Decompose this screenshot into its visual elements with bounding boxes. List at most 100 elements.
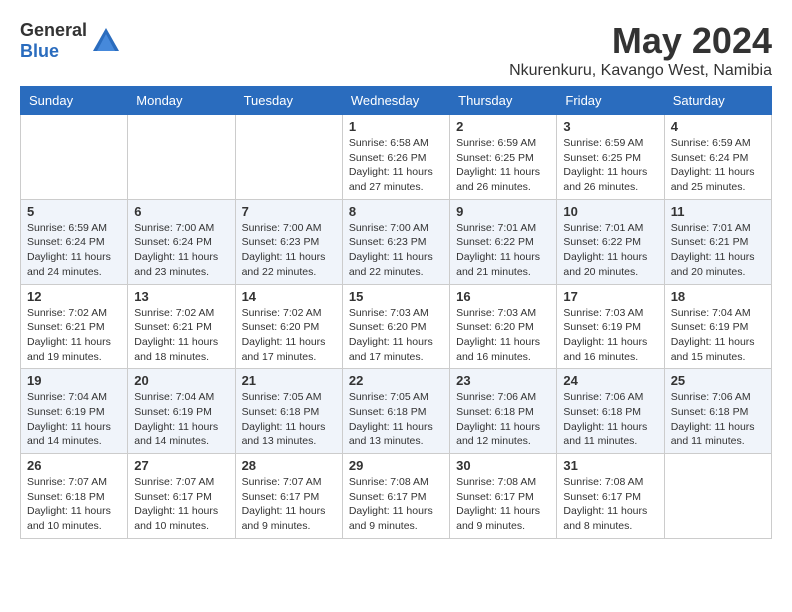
day-info: Sunrise: 7:04 AM Sunset: 6:19 PM Dayligh… xyxy=(27,390,121,449)
calendar-week-row: 26 Sunrise: 7:07 AM Sunset: 6:18 PM Dayli… xyxy=(21,454,772,539)
calendar-cell: 8 Sunrise: 7:00 AM Sunset: 6:23 PM Daylig… xyxy=(342,199,449,284)
calendar-cell: 25 Sunrise: 7:06 AM Sunset: 6:18 PM Dayli… xyxy=(664,369,771,454)
calendar-cell: 17 Sunrise: 7:03 AM Sunset: 6:19 PM Dayli… xyxy=(557,284,664,369)
day-info: Sunrise: 7:00 AM Sunset: 6:24 PM Dayligh… xyxy=(134,221,228,280)
calendar-cell xyxy=(128,115,235,200)
calendar-cell: 7 Sunrise: 7:00 AM Sunset: 6:23 PM Daylig… xyxy=(235,199,342,284)
weekday-header: Saturday xyxy=(664,87,771,115)
day-number: 7 xyxy=(242,204,336,219)
day-number: 2 xyxy=(456,119,550,134)
day-info: Sunrise: 7:02 AM Sunset: 6:21 PM Dayligh… xyxy=(27,306,121,365)
calendar-cell: 29 Sunrise: 7:08 AM Sunset: 6:17 PM Dayli… xyxy=(342,454,449,539)
calendar-header-row: SundayMondayTuesdayWednesdayThursdayFrid… xyxy=(21,87,772,115)
page-header: General Blue May 2024 Nkurenkuru, Kavang… xyxy=(20,20,772,80)
day-info: Sunrise: 7:08 AM Sunset: 6:17 PM Dayligh… xyxy=(456,475,550,534)
weekday-header: Thursday xyxy=(450,87,557,115)
calendar-cell: 26 Sunrise: 7:07 AM Sunset: 6:18 PM Dayli… xyxy=(21,454,128,539)
calendar-cell: 5Sunrise: 6:59 AM Sunset: 6:24 PM Daylig… xyxy=(21,199,128,284)
weekday-header: Monday xyxy=(128,87,235,115)
day-number: 9 xyxy=(456,204,550,219)
day-number: 30 xyxy=(456,458,550,473)
calendar-week-row: 19Sunrise: 7:04 AM Sunset: 6:19 PM Dayli… xyxy=(21,369,772,454)
day-number: 12 xyxy=(27,289,121,304)
day-number: 3 xyxy=(563,119,657,134)
day-info: Sunrise: 6:59 AM Sunset: 6:24 PM Dayligh… xyxy=(27,221,121,280)
day-number: 28 xyxy=(242,458,336,473)
day-number: 24 xyxy=(563,373,657,388)
weekday-header: Sunday xyxy=(21,87,128,115)
day-number: 4 xyxy=(671,119,765,134)
calendar-cell: 30 Sunrise: 7:08 AM Sunset: 6:17 PM Dayli… xyxy=(450,454,557,539)
calendar-cell: 19Sunrise: 7:04 AM Sunset: 6:19 PM Dayli… xyxy=(21,369,128,454)
calendar-cell: 15 Sunrise: 7:03 AM Sunset: 6:20 PM Dayli… xyxy=(342,284,449,369)
day-info: Sunrise: 7:03 AM Sunset: 6:20 PM Dayligh… xyxy=(456,306,550,365)
day-info: Sunrise: 6:59 AM Sunset: 6:24 PM Dayligh… xyxy=(671,136,765,195)
calendar-cell: 16 Sunrise: 7:03 AM Sunset: 6:20 PM Dayli… xyxy=(450,284,557,369)
day-number: 11 xyxy=(671,204,765,219)
day-number: 22 xyxy=(349,373,443,388)
day-info: Sunrise: 7:00 AM Sunset: 6:23 PM Dayligh… xyxy=(349,221,443,280)
day-number: 13 xyxy=(134,289,228,304)
calendar-cell: 28Sunrise: 7:07 AM Sunset: 6:17 PM Dayli… xyxy=(235,454,342,539)
calendar-cell xyxy=(664,454,771,539)
day-info: Sunrise: 7:05 AM Sunset: 6:18 PM Dayligh… xyxy=(242,390,336,449)
day-info: Sunrise: 7:06 AM Sunset: 6:18 PM Dayligh… xyxy=(671,390,765,449)
day-info: Sunrise: 7:04 AM Sunset: 6:19 PM Dayligh… xyxy=(134,390,228,449)
weekday-header: Tuesday xyxy=(235,87,342,115)
day-info: Sunrise: 7:01 AM Sunset: 6:21 PM Dayligh… xyxy=(671,221,765,280)
day-number: 10 xyxy=(563,204,657,219)
day-info: Sunrise: 6:58 AM Sunset: 6:26 PM Dayligh… xyxy=(349,136,443,195)
day-info: Sunrise: 6:59 AM Sunset: 6:25 PM Dayligh… xyxy=(563,136,657,195)
day-info: Sunrise: 7:02 AM Sunset: 6:20 PM Dayligh… xyxy=(242,306,336,365)
weekday-header: Wednesday xyxy=(342,87,449,115)
calendar-cell: 31Sunrise: 7:08 AM Sunset: 6:17 PM Dayli… xyxy=(557,454,664,539)
calendar-cell: 18 Sunrise: 7:04 AM Sunset: 6:19 PM Dayli… xyxy=(664,284,771,369)
calendar-cell: 14 Sunrise: 7:02 AM Sunset: 6:20 PM Dayli… xyxy=(235,284,342,369)
calendar-cell: 12 Sunrise: 7:02 AM Sunset: 6:21 PM Dayli… xyxy=(21,284,128,369)
day-number: 8 xyxy=(349,204,443,219)
calendar-cell xyxy=(235,115,342,200)
calendar-cell: 3 Sunrise: 6:59 AM Sunset: 6:25 PM Daylig… xyxy=(557,115,664,200)
calendar-table: SundayMondayTuesdayWednesdayThursdayFrid… xyxy=(20,86,772,539)
calendar-cell: 11 Sunrise: 7:01 AM Sunset: 6:21 PM Dayli… xyxy=(664,199,771,284)
logo-icon xyxy=(91,26,121,56)
calendar-cell xyxy=(21,115,128,200)
title-block: May 2024 Nkurenkuru, Kavango West, Namib… xyxy=(509,20,772,80)
day-info: Sunrise: 6:59 AM Sunset: 6:25 PM Dayligh… xyxy=(456,136,550,195)
calendar-week-row: 1Sunrise: 6:58 AM Sunset: 6:26 PM Daylig… xyxy=(21,115,772,200)
logo: General Blue xyxy=(20,20,121,62)
weekday-header: Friday xyxy=(557,87,664,115)
day-number: 25 xyxy=(671,373,765,388)
calendar-cell: 22 Sunrise: 7:05 AM Sunset: 6:18 PM Dayli… xyxy=(342,369,449,454)
logo-text: General Blue xyxy=(20,20,87,62)
day-number: 18 xyxy=(671,289,765,304)
day-number: 29 xyxy=(349,458,443,473)
day-info: Sunrise: 7:03 AM Sunset: 6:20 PM Dayligh… xyxy=(349,306,443,365)
calendar-cell: 1Sunrise: 6:58 AM Sunset: 6:26 PM Daylig… xyxy=(342,115,449,200)
calendar-week-row: 5Sunrise: 6:59 AM Sunset: 6:24 PM Daylig… xyxy=(21,199,772,284)
day-info: Sunrise: 7:07 AM Sunset: 6:18 PM Dayligh… xyxy=(27,475,121,534)
calendar-cell: 23Sunrise: 7:06 AM Sunset: 6:18 PM Dayli… xyxy=(450,369,557,454)
day-info: Sunrise: 7:05 AM Sunset: 6:18 PM Dayligh… xyxy=(349,390,443,449)
day-info: Sunrise: 7:01 AM Sunset: 6:22 PM Dayligh… xyxy=(563,221,657,280)
day-info: Sunrise: 7:03 AM Sunset: 6:19 PM Dayligh… xyxy=(563,306,657,365)
day-number: 14 xyxy=(242,289,336,304)
day-info: Sunrise: 7:06 AM Sunset: 6:18 PM Dayligh… xyxy=(456,390,550,449)
day-number: 15 xyxy=(349,289,443,304)
day-info: Sunrise: 7:00 AM Sunset: 6:23 PM Dayligh… xyxy=(242,221,336,280)
day-info: Sunrise: 7:08 AM Sunset: 6:17 PM Dayligh… xyxy=(349,475,443,534)
calendar-cell: 24 Sunrise: 7:06 AM Sunset: 6:18 PM Dayli… xyxy=(557,369,664,454)
day-number: 16 xyxy=(456,289,550,304)
day-info: Sunrise: 7:06 AM Sunset: 6:18 PM Dayligh… xyxy=(563,390,657,449)
calendar-cell: 13Sunrise: 7:02 AM Sunset: 6:21 PM Dayli… xyxy=(128,284,235,369)
day-number: 26 xyxy=(27,458,121,473)
day-info: Sunrise: 7:04 AM Sunset: 6:19 PM Dayligh… xyxy=(671,306,765,365)
calendar-cell: 6 Sunrise: 7:00 AM Sunset: 6:24 PM Daylig… xyxy=(128,199,235,284)
day-number: 21 xyxy=(242,373,336,388)
day-number: 6 xyxy=(134,204,228,219)
day-number: 17 xyxy=(563,289,657,304)
calendar-cell: 10 Sunrise: 7:01 AM Sunset: 6:22 PM Dayli… xyxy=(557,199,664,284)
day-number: 20 xyxy=(134,373,228,388)
logo-general: General xyxy=(20,20,87,40)
calendar-cell: 9Sunrise: 7:01 AM Sunset: 6:22 PM Daylig… xyxy=(450,199,557,284)
